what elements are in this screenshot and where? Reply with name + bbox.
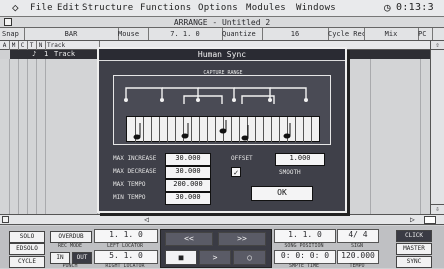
mouse-label: Mouse (116, 28, 149, 40)
stop-button[interactable]: ■ (165, 250, 197, 265)
track-name[interactable]: Track (54, 50, 75, 59)
menu-windows[interactable]: Windows (296, 3, 336, 13)
ok-button[interactable]: OK (251, 186, 313, 201)
rewind-button[interactable]: << (165, 232, 213, 246)
snap-value[interactable]: BAR (22, 28, 119, 40)
human-sync-dialog: Human Sync CAPTURE RANGE MAX INCREASE 30… (97, 47, 347, 213)
offset-label: OFFSET (231, 155, 253, 162)
min-tempo-label: MIN TEMPO (113, 194, 146, 201)
song-position-value[interactable]: 1. 1. 0 (274, 229, 336, 243)
note-icons (133, 120, 291, 141)
scroll-down-icon[interactable]: ⇩ (431, 204, 444, 213)
overdub-button[interactable]: OVERDUB (50, 231, 92, 243)
clock-icon: ◷ (384, 1, 391, 14)
capture-range-box: CAPTURE RANGE (113, 70, 331, 145)
horizontal-scrollbar[interactable]: ◁ ▷ (0, 214, 444, 225)
rec-mode-label: REC MODE (57, 243, 83, 249)
cycle-rec-value[interactable]: Mix (362, 28, 419, 40)
tempo-label: TEMPO (349, 263, 365, 269)
quantize-value[interactable]: 16 (260, 28, 329, 40)
edsolo-button[interactable]: EDSOLO (9, 243, 45, 255)
scroll-right-icon[interactable]: ▷ (410, 215, 420, 224)
window-title-text: ARRANGE - Untitled 2 (173, 18, 271, 27)
left-locator-value[interactable]: 1. 1. 0 (94, 229, 158, 243)
quantize-label: Quantize (220, 28, 263, 40)
punch-label: PUNCH (62, 263, 78, 269)
song-position-label: SONG POSITION (284, 243, 324, 249)
click-button[interactable]: CLICK (396, 230, 432, 242)
signature-value[interactable]: 4/ 4 (337, 229, 379, 243)
clock-readout: 0:13:3 (396, 2, 434, 13)
close-box[interactable] (4, 18, 12, 26)
right-locator-value[interactable]: 5. 1. 0 (94, 250, 158, 264)
smpte-time-value[interactable]: 0: 0: 0: 0 (274, 250, 336, 264)
max-decrease-label: MAX DECREASE (113, 168, 157, 175)
mouse-position: 7. 1. 0 (146, 28, 223, 40)
menu-structure[interactable]: Structure (82, 3, 133, 13)
scroll-left-box[interactable] (2, 216, 9, 223)
rhythm-brackets-icon (124, 87, 308, 104)
vertical-scrollbar[interactable]: ⇧ ⇩ (430, 41, 444, 214)
pc-button[interactable]: PC (416, 28, 433, 40)
max-tempo-field[interactable]: 200.000 (165, 179, 211, 192)
track-number: 1 (44, 50, 49, 58)
menu-options[interactable]: Options (198, 3, 238, 13)
signature-label: SIGN (350, 243, 364, 249)
offset-field[interactable]: 1.000 (275, 153, 325, 166)
info-bar: Snap BAR Mouse 7. 1. 0 Quantize 16 Cycle… (0, 28, 444, 41)
menu-modules[interactable]: Modules (246, 3, 286, 13)
smpte-time-label: SMPTE TIME (288, 263, 320, 269)
cycle-button[interactable]: CYCLE (9, 256, 45, 268)
zoom-box[interactable] (424, 216, 436, 224)
scroll-up-icon[interactable]: ⇧ (431, 41, 444, 50)
fast-forward-button[interactable]: >> (218, 232, 266, 246)
sync-button[interactable]: SYNC (396, 256, 432, 268)
menu-bar: ◇ File Edit Structure Functions Options … (0, 0, 444, 17)
solo-button[interactable]: SOLO (9, 231, 45, 243)
record-button[interactable]: ○ (233, 250, 266, 265)
min-tempo-field[interactable]: 30.000 (165, 192, 211, 205)
max-decrease-field[interactable]: 30.000 (165, 166, 211, 179)
capture-range-keyboard[interactable] (126, 116, 320, 143)
play-button[interactable]: > (199, 250, 231, 265)
right-locator-label: RIGHT LOCATOR (105, 263, 145, 269)
window-title: ARRANGE - Untitled 2 (0, 17, 444, 28)
dialog-title: Human Sync (99, 49, 345, 61)
max-tempo-label: MAX TEMPO (113, 181, 146, 188)
col-track[interactable]: Track (45, 41, 100, 50)
max-increase-field[interactable]: 30.000 (165, 153, 211, 166)
scroll-left-icon[interactable]: ◁ (144, 215, 154, 224)
menu-functions[interactable]: Functions (140, 3, 191, 13)
smooth-checkbox[interactable]: ✓ (231, 167, 241, 177)
transport-bar: SOLO EDSOLO CYCLE OVERDUB REC MODE IN OU… (0, 226, 444, 269)
max-increase-label: MAX INCREASE (113, 155, 157, 162)
menu-edit[interactable]: Edit (57, 3, 80, 13)
cycle-rec-label: Cycle Rec (328, 28, 365, 40)
left-locator-label: LEFT LOCATOR (106, 243, 144, 249)
capture-range-label: CAPTURE RANGE (203, 70, 243, 76)
tempo-value[interactable]: 120.000 (337, 250, 379, 264)
menu-file[interactable]: File (30, 3, 53, 13)
track-arrow-icon: ♪ (32, 50, 37, 58)
smooth-label: SMOOTH (279, 169, 301, 176)
master-button[interactable]: MASTER (396, 243, 432, 255)
diamond-icon[interactable]: ◇ (12, 1, 19, 14)
